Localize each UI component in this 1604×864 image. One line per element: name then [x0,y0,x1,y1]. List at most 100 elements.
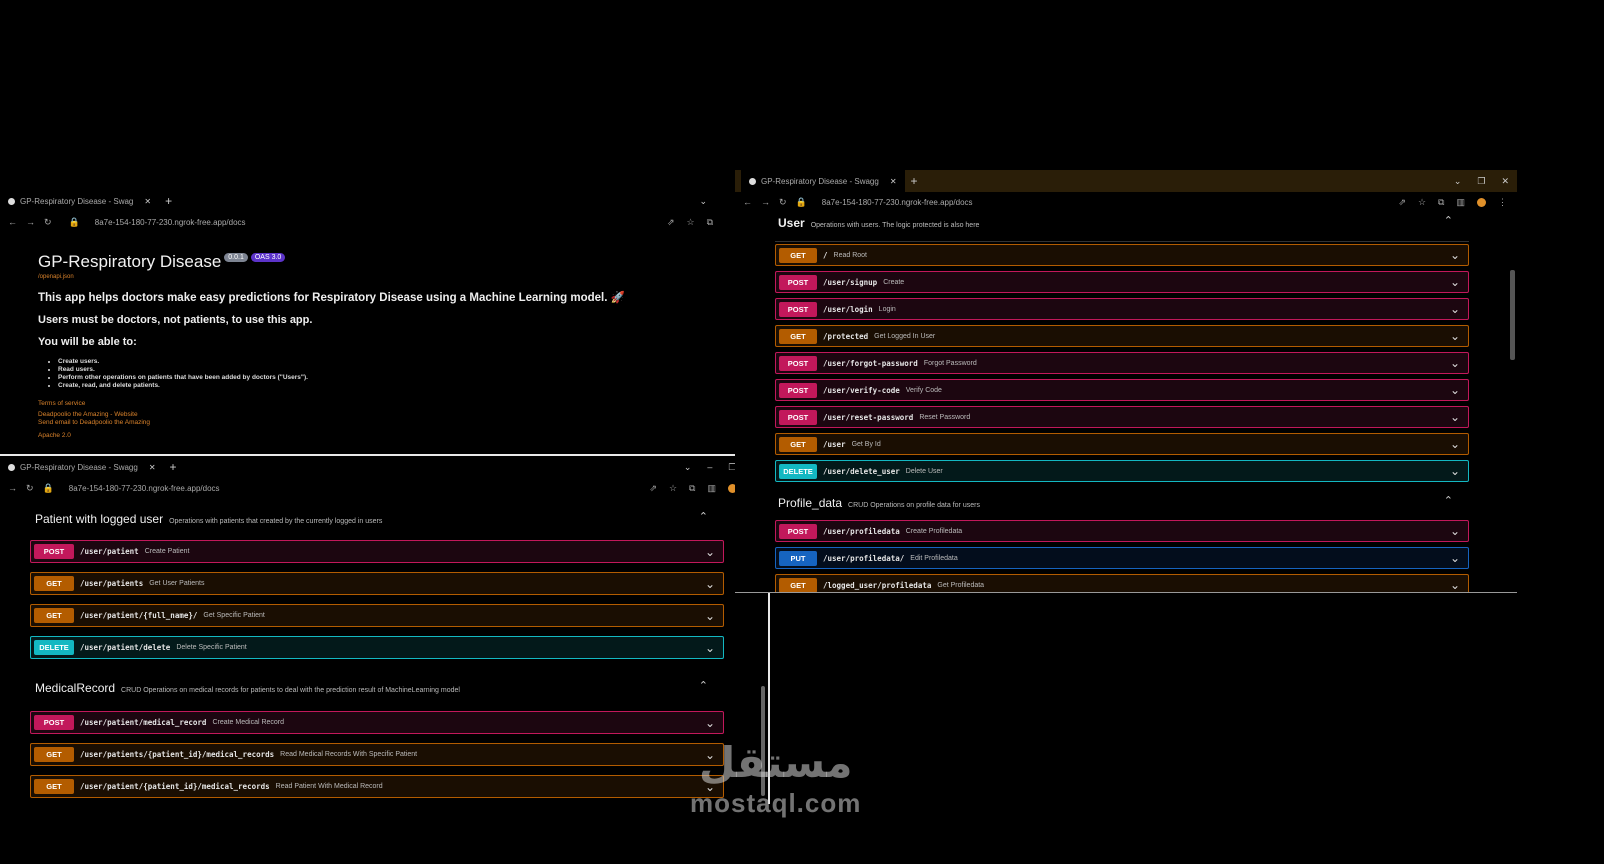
section-header-profile-data[interactable]: Profile_data CRUD Operations on profile … [775,494,1469,520]
section-header-patient[interactable]: Patient with logged user Operations with… [30,510,724,540]
contact-link[interactable]: Deadpoolio the Amazing - Website [38,411,625,418]
section-header-medicalrecord[interactable]: MedicalRecord CRUD Operations on medical… [30,679,724,711]
forward-icon[interactable]: → [761,197,770,207]
extensions-icon[interactable]: ⧉ [689,483,695,494]
operation-row[interactable]: POST /user/forgot-password Forgot Passwo… [775,352,1469,374]
bookmark-star-icon[interactable]: ☆ [669,483,677,494]
url-field[interactable]: 8a7e-154-180-77-230.ngrok-free.app/docs [822,198,973,207]
tab-close-icon[interactable]: ✕ [149,463,156,472]
address-bar: ← → ↻ 🔒 8a7e-154-180-77-230.ngrok-free.a… [735,192,1517,212]
expand-chevron-icon[interactable]: ⌄ [1450,551,1460,565]
operation-row[interactable]: GET /user/patients Get User Patients ⌄ [30,572,724,595]
operation-row[interactable]: POST /user/reset-password Reset Password… [775,406,1469,428]
operation-row[interactable]: POST /user/login Login ⌄ [775,298,1469,320]
share-icon[interactable]: ⇗ [1398,197,1406,208]
endpoint-summary: Reset Password [919,413,971,421]
forward-icon[interactable]: → [8,483,17,493]
tab-close-icon[interactable]: ✕ [144,197,151,206]
email-link[interactable]: Send email to Deadpoolio the Amazing [38,419,625,426]
expand-chevron-icon[interactable]: ⌄ [705,641,715,655]
bookmark-star-icon[interactable]: ☆ [1418,197,1426,208]
profile-avatar[interactable] [1477,197,1486,207]
section-description: CRUD Operations on profile data for user… [848,502,980,509]
new-tab-button[interactable]: + [905,174,924,188]
operation-row[interactable]: GET /logged_user/profiledata Get Profile… [775,574,1469,592]
expand-chevron-icon[interactable]: ⌄ [705,577,715,591]
collapse-chevron-icon[interactable]: ⌃ [699,679,708,692]
endpoint-summary: Login [878,305,896,313]
expand-chevron-icon[interactable]: ⌄ [1450,437,1460,451]
endpoint-summary: Create Patient [144,548,190,555]
operation-row[interactable]: GET / Read Root ⌄ [775,244,1469,266]
forward-icon[interactable]: → [26,217,35,227]
expand-chevron-icon[interactable]: ⌄ [1450,578,1460,592]
sidebar-icon[interactable]: ▥ [707,483,716,494]
operation-row[interactable]: POST /user/patient/medical_record Create… [30,711,724,734]
share-icon[interactable]: ⇗ [667,217,675,228]
expand-chevron-icon[interactable]: ⌄ [705,545,715,559]
reload-icon[interactable]: ↻ [779,197,787,208]
back-icon[interactable]: ← [743,197,752,207]
operation-row[interactable]: GET /user Get By Id ⌄ [775,433,1469,455]
section-title: User [778,216,805,230]
expand-chevron-icon[interactable]: ⌄ [1450,275,1460,289]
collapse-chevron-icon[interactable]: ⌃ [1444,214,1453,227]
expand-chevron-icon[interactable]: ⌄ [705,609,715,623]
extensions-icon[interactable]: ⧉ [1438,197,1444,208]
expand-chevron-icon[interactable]: ⌄ [1450,383,1460,397]
collapse-chevron-icon[interactable]: ⌃ [699,510,708,523]
collapse-chevron-icon[interactable]: ⌃ [1444,494,1453,507]
expand-chevron-icon[interactable]: ⌄ [1450,302,1460,316]
extensions-icon[interactable]: ⧉ [707,217,713,228]
new-tab-button[interactable]: + [164,460,183,474]
operation-row[interactable]: POST /user/profiledata Create Profiledat… [775,520,1469,542]
minimize-icon[interactable]: – [707,462,712,472]
operation-row[interactable]: PUT /user/profiledata/ Edit Profiledata … [775,547,1469,569]
operation-row[interactable]: GET /user/patients/{patient_id}/medical_… [30,743,724,766]
operation-row[interactable]: GET /user/patient/{full_name}/ Get Speci… [30,604,724,627]
description-line-3: You will be able to: [38,336,137,348]
tab-strip: GP-Respiratory Disease - Swagg ✕ + ⌄ ❐ ✕ [735,170,1517,192]
new-tab-button[interactable]: + [159,194,178,208]
operation-row[interactable]: POST /user/verify-code Verify Code ⌄ [775,379,1469,401]
endpoint-summary: Verify Code [905,386,942,394]
operation-row[interactable]: POST /user/signup Create ⌄ [775,271,1469,293]
close-window-icon[interactable]: ✕ [1501,176,1509,187]
expand-chevron-icon[interactable]: ⌄ [1450,329,1460,343]
expand-chevron-icon[interactable]: ⌄ [1450,524,1460,538]
back-icon[interactable]: ← [8,217,17,227]
tab-close-icon[interactable]: ✕ [890,177,897,186]
url-field[interactable]: 8a7e-154-180-77-230.ngrok-free.app/docs [95,218,246,227]
expand-chevron-icon[interactable]: ⌄ [1450,248,1460,262]
operation-row[interactable]: GET /protected Get Logged In User ⌄ [775,325,1469,347]
operation-row[interactable]: GET /user/patient/{patient_id}/medical_r… [30,775,724,798]
browser-tab[interactable]: GP-Respiratory Disease - Swagg ✕ [0,456,164,478]
browser-tab[interactable]: GP-Respiratory Disease - Swagg ✕ [741,170,905,192]
menu-icon[interactable]: ⋮ [1498,197,1507,208]
swagger-favicon-icon [8,463,15,471]
url-field[interactable]: 8a7e-154-180-77-230.ngrok-free.app/docs [69,484,220,493]
openapi-link[interactable]: /openapi.json [38,274,625,280]
operation-row[interactable]: DELETE /user/delete_user Delete User ⌄ [775,460,1469,482]
sidebar-icon[interactable]: ▥ [1456,197,1465,208]
tab-search-chevron-icon[interactable]: ⌄ [699,196,707,207]
expand-chevron-icon[interactable]: ⌄ [1450,410,1460,424]
license-link[interactable]: Apache 2.0 [38,432,625,439]
scrollbar[interactable] [1510,270,1515,360]
reload-icon[interactable]: ↻ [44,217,52,228]
expand-chevron-icon[interactable]: ⌄ [705,716,715,730]
restore-icon[interactable]: ❐ [1477,176,1485,187]
endpoint-summary: Edit Profiledata [910,554,958,562]
terms-link[interactable]: Terms of service [38,400,625,407]
operation-row[interactable]: POST /user/patient Create Patient ⌄ [30,540,724,563]
expand-chevron-icon[interactable]: ⌄ [1450,356,1460,370]
expand-chevron-icon[interactable]: ⌄ [1450,464,1460,478]
bookmark-star-icon[interactable]: ☆ [686,217,694,228]
browser-tab[interactable]: GP-Respiratory Disease - Swag ✕ [0,190,159,212]
operation-row[interactable]: DELETE /user/patient/delete Delete Speci… [30,636,724,659]
reload-icon[interactable]: ↻ [26,483,34,494]
tab-search-chevron-icon[interactable]: ⌄ [684,462,692,473]
tab-search-chevron-icon[interactable]: ⌄ [1454,176,1462,187]
section-header-user[interactable]: User Operations with users. The logic pr… [775,214,1469,242]
share-icon[interactable]: ⇗ [649,483,657,494]
